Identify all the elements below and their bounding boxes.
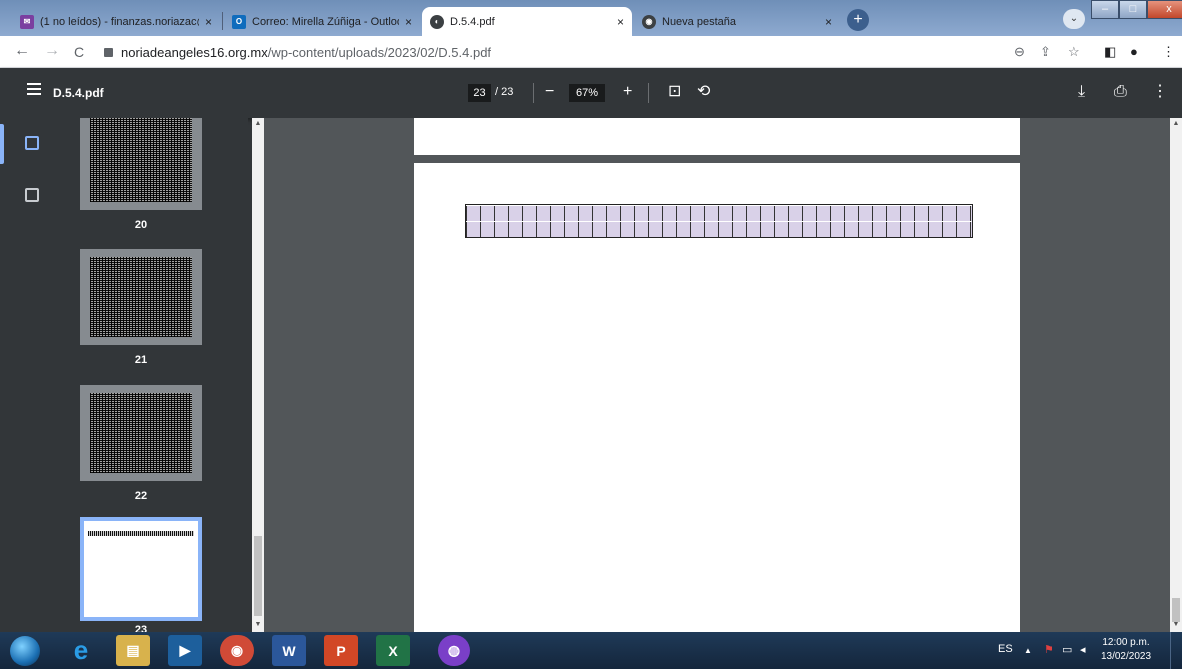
close-window-button[interactable]: x	[1147, 0, 1182, 19]
page-total: / 23	[495, 86, 514, 98]
outline-icon[interactable]	[25, 188, 39, 202]
file-explorer-icon[interactable]: ▤	[116, 635, 150, 666]
reload-button[interactable]: C	[74, 44, 84, 60]
tab-mail[interactable]: ✉ (1 no leídos) - finanzas.noriazac@ ×	[12, 7, 220, 36]
url-path: /wp-content/uploads/2023/02/D.5.4.pdf	[267, 44, 492, 60]
chrome-icon[interactable]: ◉	[220, 635, 254, 666]
pdf-toolbar: D.5.4.pdf 23 / 23 − 67% + ⊡ ⟲ ⤓ ⎙ ⋮	[0, 68, 1182, 118]
system-clock[interactable]: 12:00 p.m. 13/02/2023	[1096, 636, 1156, 664]
thumbnail-panel: 20 21 22 23	[68, 118, 248, 632]
data-table	[465, 204, 973, 238]
forward-button[interactable]: →	[44, 42, 60, 60]
document-scrollbar[interactable]: ▲ ▼	[1170, 118, 1182, 632]
excel-icon[interactable]: X	[376, 635, 410, 666]
thumbnail-page-20[interactable]	[80, 118, 202, 210]
back-button[interactable]: ←	[14, 42, 30, 60]
tab-search-button[interactable]: ⌄	[1063, 9, 1085, 29]
url-host: noriadeangeles16.org.mx	[121, 44, 268, 60]
thumbnail-scrollbar[interactable]: ▲ ▼	[252, 118, 264, 632]
rotate-icon[interactable]: ⟲	[697, 82, 710, 102]
table-row	[466, 206, 972, 221]
mail-icon: ✉	[20, 14, 34, 29]
pdf-title: D.5.4.pdf	[53, 86, 104, 100]
chrome-icon: ◉	[642, 14, 656, 29]
start-button[interactable]	[10, 636, 40, 666]
action-center-flag-icon[interactable]: ⚑	[1044, 643, 1054, 656]
thumbnails-icon[interactable]	[25, 136, 39, 150]
zoom-out-button[interactable]: −	[545, 82, 554, 102]
tab-title: D.5.4.pdf	[450, 15, 495, 28]
thumbnail-label: 21	[134, 354, 148, 366]
address-bar[interactable]: noriadeangeles16.org.mx /wp-content/uplo…	[104, 41, 984, 63]
pdf-page-23	[414, 163, 1020, 632]
print-icon[interactable]: ⎙	[1114, 82, 1127, 102]
tab-title: (1 no leídos) - finanzas.noriazac@	[40, 15, 199, 28]
network-icon[interactable]: ▭	[1062, 643, 1072, 656]
scrollbar-thumb[interactable]	[254, 536, 262, 616]
language-indicator[interactable]: ES	[998, 643, 1013, 655]
minimize-button[interactable]: –	[1091, 0, 1119, 19]
maximize-button[interactable]: □	[1119, 0, 1147, 19]
tray-expand-icon[interactable]: ▲	[1024, 646, 1032, 655]
pdf-sidebar-tabs	[0, 118, 68, 632]
word-icon[interactable]: W	[272, 635, 306, 666]
scroll-down-arrow[interactable]: ▼	[252, 621, 264, 628]
outlook-icon: O	[232, 14, 246, 29]
thumbnail-page-22[interactable]	[80, 385, 202, 481]
toolbar-divider	[533, 83, 534, 103]
media-player-icon[interactable]: ▶	[168, 635, 202, 666]
windows-taskbar: e ▤ ▶ ◉ W P X ◍ ES ▲ ⚑ ▭ ◂ 12:00 p.m. 13…	[0, 632, 1182, 669]
clock-time: 12:00 p.m.	[1102, 637, 1150, 648]
scroll-up-arrow[interactable]: ▲	[1170, 120, 1182, 127]
scrollbar-thumb[interactable]	[1172, 598, 1180, 622]
pdf-document-view[interactable]	[264, 118, 1182, 632]
close-tab-icon[interactable]: ×	[205, 15, 212, 29]
tab-strip: ✉ (1 no leídos) - finanzas.noriazac@ × O…	[0, 0, 1182, 36]
thumbnail-label: 22	[134, 490, 148, 502]
close-tab-icon[interactable]: ×	[825, 15, 832, 29]
thumbnail-label: 23	[134, 624, 148, 632]
profile-icon[interactable]: ●	[1130, 44, 1138, 59]
globe-icon: ◐	[430, 14, 444, 29]
table-row	[466, 222, 972, 237]
bookmark-star-icon[interactable]: ☆	[1068, 44, 1080, 60]
tab-new[interactable]: ◉ Nueva pestaña ×	[634, 7, 840, 36]
side-panel-icon[interactable]: ◧	[1104, 44, 1116, 60]
browser-app-icon[interactable]: ◍	[438, 635, 470, 666]
tab-pdf[interactable]: ◐ D.5.4.pdf ×	[422, 7, 632, 36]
page-number-input[interactable]: 23	[468, 84, 491, 102]
scroll-up-arrow[interactable]: ▲	[252, 120, 264, 127]
zoom-in-button[interactable]: +	[623, 82, 632, 102]
download-icon[interactable]: ⤓	[1078, 82, 1085, 102]
volume-icon[interactable]: ◂	[1080, 643, 1086, 656]
pdf-page-22	[414, 118, 1020, 155]
tab-outlook[interactable]: O Correo: Mirella Zúñiga - Outlook ×	[224, 7, 420, 36]
tab-title: Correo: Mirella Zúñiga - Outlook	[252, 15, 399, 28]
new-tab-button[interactable]: +	[847, 9, 869, 31]
browser-toolbar: ← → C noriadeangeles16.org.mx /wp-conten…	[0, 36, 1182, 68]
fit-page-icon[interactable]: ⊡	[668, 82, 681, 102]
internet-explorer-icon[interactable]: e	[64, 635, 98, 666]
share-icon[interactable]: ⇪	[1040, 44, 1051, 60]
window-controls: – □ x	[1091, 0, 1182, 20]
sidebar-menu-icon[interactable]	[27, 83, 41, 98]
close-tab-icon[interactable]: ×	[617, 15, 624, 29]
scroll-down-arrow[interactable]: ▼	[1170, 621, 1182, 628]
toolbar-divider	[648, 83, 649, 103]
thumbnail-label: 20	[134, 219, 148, 231]
tab-title: Nueva pestaña	[662, 15, 736, 28]
zoom-input[interactable]: 67%	[569, 84, 605, 102]
powerpoint-icon[interactable]: P	[324, 635, 358, 666]
thumbnail-page-21[interactable]	[80, 249, 202, 345]
pdf-more-icon[interactable]: ⋮	[1152, 82, 1168, 102]
zoom-icon[interactable]: ⊖	[1014, 44, 1025, 60]
thumbnail-page-23[interactable]	[80, 517, 202, 621]
selected-tab-indicator	[0, 124, 4, 164]
close-tab-icon[interactable]: ×	[405, 15, 412, 29]
show-desktop-button[interactable]	[1170, 632, 1182, 669]
clock-date: 13/02/2023	[1100, 651, 1152, 662]
lock-icon[interactable]	[104, 47, 113, 57]
browser-menu-icon[interactable]: ⋮	[1162, 44, 1175, 60]
tab-divider	[222, 12, 223, 30]
